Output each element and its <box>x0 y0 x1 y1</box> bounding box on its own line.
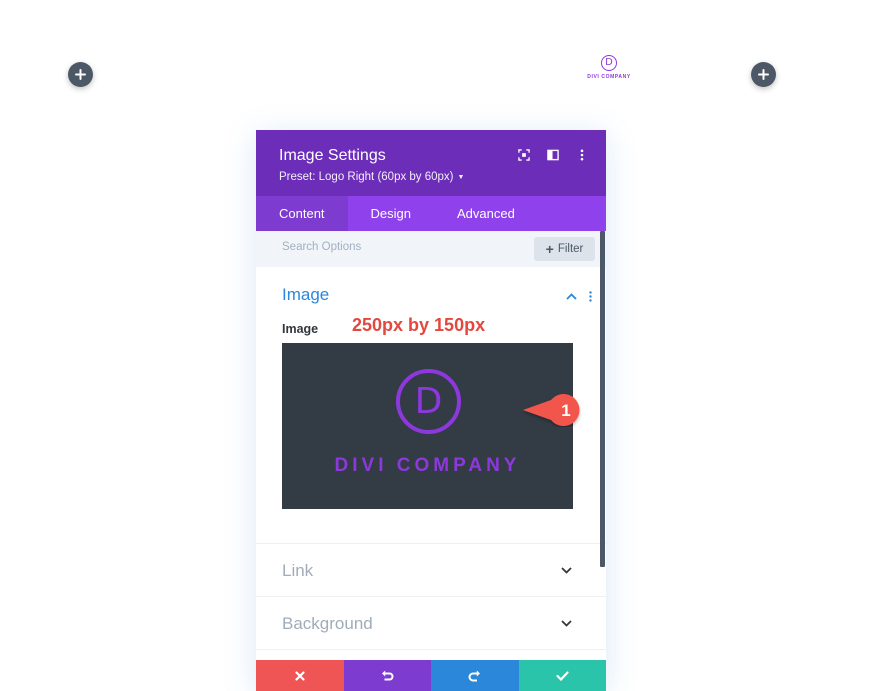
plus-icon <box>75 69 86 80</box>
header-actions <box>517 148 588 161</box>
close-icon <box>295 670 305 681</box>
modal-footer <box>256 660 606 691</box>
tab-design[interactable]: Design <box>348 196 434 231</box>
background-section-title: Background <box>282 614 373 633</box>
search-bar: + Filter <box>256 231 606 267</box>
chevron-down-icon <box>561 620 572 627</box>
canvas-logo-mark: D <box>601 55 617 71</box>
image-settings-modal: Image Settings Preset: Logo Right (60px … <box>256 130 606 691</box>
plus-icon: + <box>545 241 554 257</box>
logo-mark: D <box>396 369 461 434</box>
check-icon <box>556 670 569 681</box>
link-section-title: Link <box>282 561 314 580</box>
preset-dropdown[interactable]: Preset: Logo Right (60px by 60px) ▼ <box>279 171 606 183</box>
more-vertical-icon[interactable] <box>575 148 588 161</box>
undo-button[interactable] <box>343 660 431 691</box>
canvas-logo: D DIVI COMPANY <box>582 55 636 80</box>
discard-button[interactable] <box>256 660 344 691</box>
add-row-button-right[interactable] <box>751 62 776 87</box>
background-section[interactable]: Background <box>256 597 606 650</box>
chevron-down-icon <box>561 567 572 574</box>
settings-tabs: Content Design Advanced <box>256 196 606 231</box>
callout-number: 1 <box>561 401 570 420</box>
filter-button[interactable]: + Filter <box>534 237 595 261</box>
tab-content[interactable]: Content <box>256 196 348 231</box>
undo-icon <box>381 670 394 680</box>
size-annotation: 250px by 150px <box>352 315 486 335</box>
search-options-input[interactable] <box>282 241 502 253</box>
tab-advanced[interactable]: Advanced <box>434 196 538 231</box>
image-section: Image Image 250px by 150px D DIVI COMPAN… <box>256 267 606 544</box>
plus-icon <box>758 69 769 80</box>
image-field-label: Image <box>282 322 319 336</box>
canvas-logo-text: DIVI COMPANY <box>587 74 631 80</box>
split-view-icon[interactable] <box>546 148 559 161</box>
redo-button[interactable] <box>431 660 519 691</box>
caret-down-icon: ▼ <box>457 173 465 181</box>
filter-label: Filter <box>557 243 584 255</box>
link-section[interactable]: Link <box>256 544 606 597</box>
section-toggle <box>566 291 592 302</box>
fullscreen-icon[interactable] <box>517 148 530 161</box>
chevron-up-icon[interactable] <box>566 293 577 300</box>
scrollbar[interactable] <box>600 231 605 567</box>
preset-label: Preset: Logo Right (60px by 60px) <box>279 171 454 183</box>
redo-icon <box>468 670 481 681</box>
logo-text: DIVI COMPANY <box>334 455 521 476</box>
save-button[interactable] <box>518 660 606 691</box>
image-section-title[interactable]: Image <box>282 285 329 305</box>
callout-badge: 1 <box>523 394 580 426</box>
modal-header: Image Settings Preset: Logo Right (60px … <box>256 130 606 196</box>
more-vertical-icon[interactable] <box>589 291 592 302</box>
add-row-button-left[interactable] <box>68 62 93 87</box>
